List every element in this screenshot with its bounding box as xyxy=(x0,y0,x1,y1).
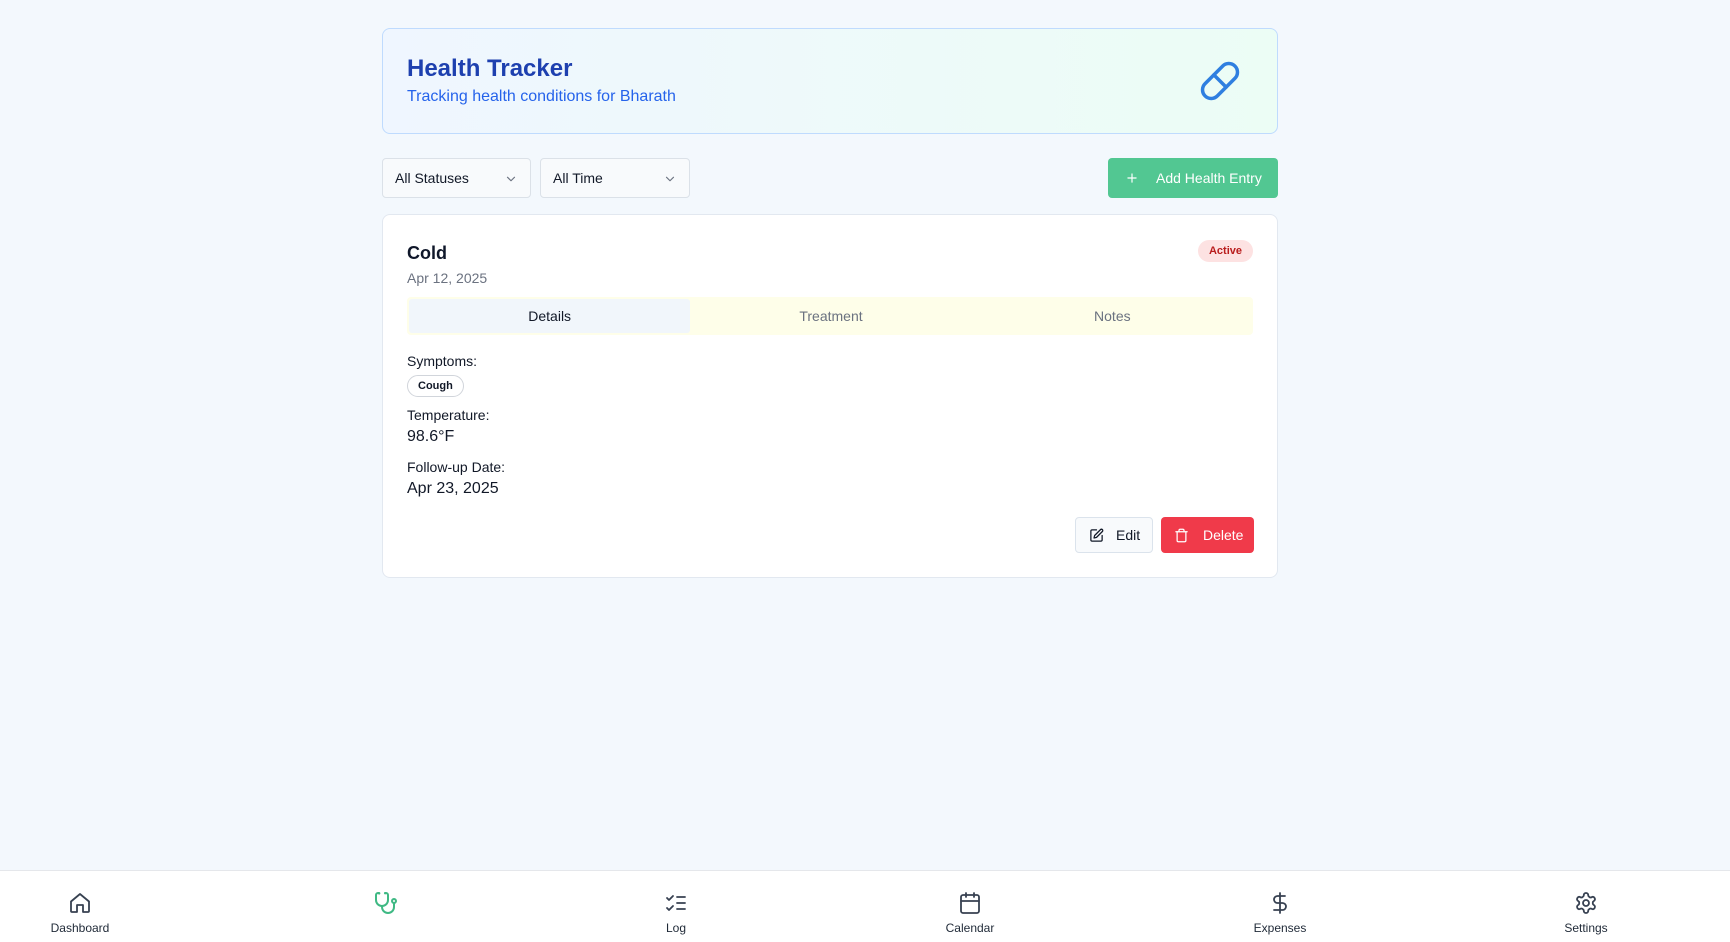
temperature-value: 98.6°F xyxy=(407,428,455,445)
nav-item-calendar[interactable]: Calendar xyxy=(900,871,1040,942)
edit-label: Edit xyxy=(1116,527,1141,543)
gear-icon xyxy=(1576,892,1596,914)
trash-icon xyxy=(1175,528,1188,542)
nav-label-settings: Settings xyxy=(1564,921,1608,935)
nav-item-health[interactable] xyxy=(316,871,456,942)
chevron-down-icon xyxy=(506,176,516,182)
dollar-icon xyxy=(1273,892,1287,914)
nav-item-expenses[interactable]: Expenses xyxy=(1210,871,1350,942)
nav-label-expenses: Expenses xyxy=(1253,921,1307,935)
symptoms-label: Symptoms: xyxy=(407,353,478,369)
time-filter-select[interactable]: All Time xyxy=(540,158,690,198)
add-health-entry-button[interactable]: Add Health Entry xyxy=(1108,158,1278,198)
stethoscope-icon xyxy=(375,892,397,914)
entry-title: Cold xyxy=(407,243,447,263)
entry-date: Apr 12, 2025 xyxy=(407,270,488,286)
bottom-nav: Dashboard Log Calendar Expenses Settings xyxy=(0,870,1730,942)
nav-item-settings[interactable]: Settings xyxy=(1516,871,1656,942)
time-filter-value: All Time xyxy=(553,170,603,186)
followup-value: Apr 23, 2025 xyxy=(407,480,499,497)
delete-button[interactable]: Delete xyxy=(1161,517,1254,553)
nav-item-log[interactable]: Log xyxy=(606,871,746,942)
status-filter-select[interactable]: All Statuses xyxy=(382,158,531,198)
delete-label: Delete xyxy=(1203,527,1244,543)
app-root: Health Tracker Tracking health condition… xyxy=(0,0,1730,942)
status-filter-value: All Statuses xyxy=(395,170,469,186)
entry-tabs: Details Treatment Notes xyxy=(407,297,1253,335)
plus-icon xyxy=(1127,173,1137,183)
edit-button[interactable]: Edit xyxy=(1075,517,1153,553)
page-title: Health Tracker xyxy=(407,55,573,82)
health-entry-card: Cold Apr 12, 2025 Active Details Treatme… xyxy=(382,214,1278,578)
symptom-chip: Cough xyxy=(407,375,464,397)
home-icon xyxy=(70,893,90,913)
nav-label-dashboard: Dashboard xyxy=(50,921,110,935)
pill-icon xyxy=(1200,61,1240,101)
chevron-down-icon xyxy=(665,176,675,182)
status-badge: Active xyxy=(1197,240,1253,262)
nav-label-calendar: Calendar xyxy=(945,921,995,935)
tab-details[interactable]: Details xyxy=(409,299,691,333)
temperature-label: Temperature: xyxy=(407,407,490,423)
nav-label-log: Log xyxy=(665,921,687,935)
edit-icon xyxy=(1090,528,1104,542)
add-health-entry-label: Add Health Entry xyxy=(1156,170,1262,186)
header-card: Health Tracker Tracking health condition… xyxy=(382,28,1278,134)
tab-notes[interactable]: Notes xyxy=(972,297,1253,335)
calendar-icon xyxy=(960,892,980,914)
tab-treatment[interactable]: Treatment xyxy=(690,297,971,335)
followup-label: Follow-up Date: xyxy=(407,459,506,475)
list-checks-icon xyxy=(666,895,686,911)
nav-item-dashboard[interactable]: Dashboard xyxy=(10,871,150,942)
page-subtitle: Tracking health conditions for Bharath xyxy=(407,88,676,105)
